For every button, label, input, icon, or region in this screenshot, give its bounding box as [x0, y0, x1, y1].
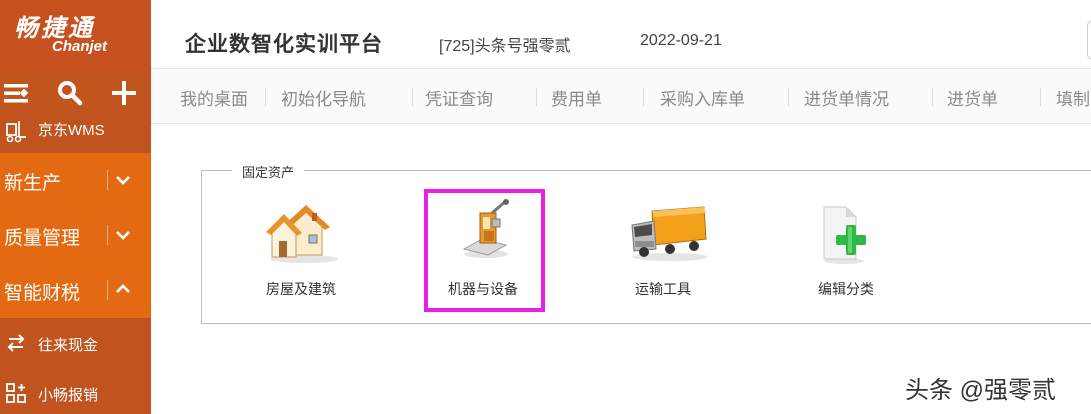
sidebar-item-label: 小畅报销 — [38, 387, 99, 404]
asset-label: 编辑分类 — [818, 281, 874, 297]
menu-divider — [107, 225, 108, 245]
sidebar-item-expense[interactable]: 小畅报销 — [0, 368, 151, 414]
tab-purchase-receipt[interactable]: 采购入库单 — [660, 85, 745, 110]
page-title: 企业数智化实训平台 — [185, 33, 383, 56]
logo-english: Chanjet — [52, 38, 108, 55]
sidebar-item-current-cash[interactable]: 往来现金 — [0, 318, 151, 368]
sidebar-menu-smart-finance[interactable]: 智能财税 — [0, 263, 151, 318]
asset-machinery[interactable]: 机器与设备 — [428, 193, 533, 301]
chevron-down-icon[interactable] — [114, 171, 132, 189]
plus-icon[interactable] — [110, 79, 138, 107]
forklift-icon — [5, 121, 27, 143]
logo: 畅捷通 Chanjet — [0, 0, 151, 67]
asset-houses[interactable]: 房屋及建筑 — [258, 195, 353, 300]
tab-purchase-status[interactable]: 进货单情况 — [804, 85, 889, 110]
add-document-icon — [820, 203, 870, 270]
asset-edit-category[interactable]: 编辑分类 — [810, 195, 890, 300]
tab-divider — [788, 88, 789, 106]
menu-divider — [107, 170, 108, 190]
menu-label: 质量管理 — [4, 228, 81, 249]
tab-fill[interactable]: 填制 — [1056, 85, 1090, 110]
watermark: 头条 @强零贰 — [905, 377, 1057, 404]
menu-icon[interactable] — [2, 79, 30, 107]
asset-transport[interactable]: 运输工具 — [625, 195, 715, 300]
tab-voucher-query[interactable]: 凭证查询 — [425, 85, 493, 110]
menu-label: 智能财税 — [4, 283, 81, 304]
tab-divider — [932, 88, 933, 106]
search-icon[interactable] — [56, 79, 84, 107]
chevron-up-icon[interactable] — [114, 280, 132, 298]
tab-my-desktop[interactable]: 我的桌面 — [180, 85, 248, 110]
tab-divider — [643, 88, 644, 106]
menu-label: 新生产 — [4, 173, 62, 194]
house-icon — [266, 203, 340, 268]
tab-divider — [1040, 88, 1041, 106]
tab-purchase-order[interactable]: 进货单 — [947, 85, 998, 110]
current-date: 2022-09-21 — [640, 32, 722, 49]
menu-divider — [107, 280, 108, 300]
sidebar-menu-new-production[interactable]: 新生产 — [0, 153, 151, 208]
sidebar-menu-quality[interactable]: 质量管理 — [0, 208, 151, 263]
grid-plus-icon — [5, 382, 27, 404]
tab-expense-bill[interactable]: 费用单 — [551, 85, 602, 110]
tab-bar: 我的桌面 初始化导航 凭证查询 费用单 采购入库单 进货单情况 进货单 填制 — [151, 69, 1091, 124]
sidebar-item-jd-wms[interactable]: 京东WMS — [0, 119, 151, 153]
machine-icon — [458, 199, 514, 264]
user-info: [725]头条号强零贰 — [439, 38, 571, 55]
sidebar-toolbar — [0, 67, 151, 119]
tab-divider — [412, 88, 413, 106]
header-search-box[interactable] — [1087, 20, 1091, 60]
tab-divider — [265, 88, 266, 106]
sidebar: 畅捷通 Chanjet 京东WMS 新生产 质量管理 智能财税 往来现金 小畅报… — [0, 0, 151, 414]
tab-divider — [536, 88, 537, 106]
asset-label: 机器与设备 — [448, 281, 518, 297]
sidebar-item-label: 京东WMS — [38, 122, 105, 139]
chevron-down-icon[interactable] — [114, 226, 132, 244]
asset-label: 运输工具 — [635, 281, 691, 297]
truck-icon — [630, 205, 710, 266]
tab-init-navigation[interactable]: 初始化导航 — [281, 85, 366, 110]
asset-label: 房屋及建筑 — [266, 281, 336, 297]
header: 企业数智化实训平台 [725]头条号强零贰 2022-09-21 — [151, 0, 1091, 69]
sidebar-item-label: 往来现金 — [38, 337, 99, 354]
fixed-assets-legend: 固定资产 — [232, 162, 305, 181]
exchange-icon — [5, 332, 27, 354]
